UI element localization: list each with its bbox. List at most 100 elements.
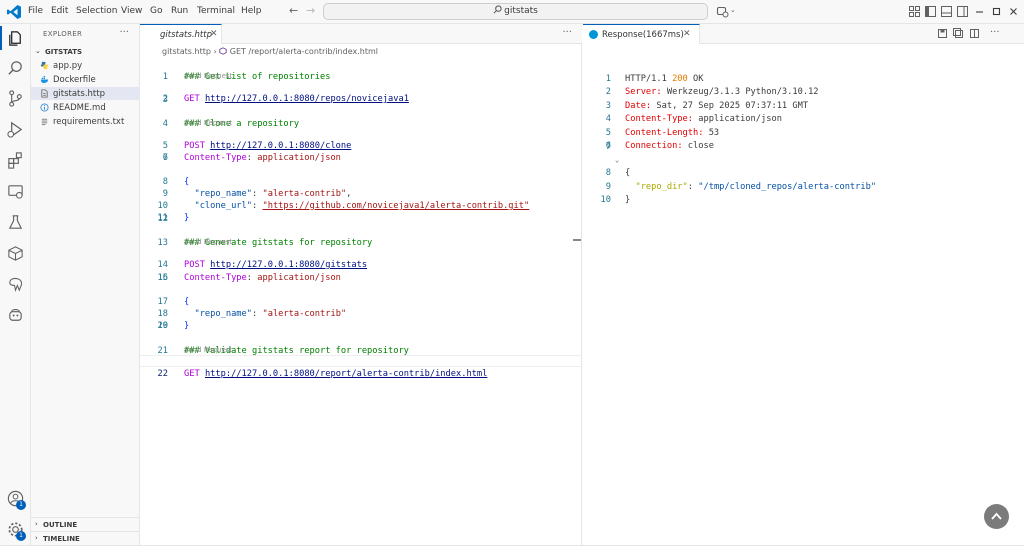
code-line[interactable]: 6 Content-Type: application/json xyxy=(140,140,581,163)
active-indicator xyxy=(0,26,2,50)
code-line[interactable]: 9 "repo_name": "alerta-contrib", xyxy=(140,176,581,199)
file-item-dockerfile[interactable]: Dockerfile xyxy=(31,73,140,86)
timeline-label: TIMELINE xyxy=(43,535,80,543)
file-name: README.md xyxy=(53,103,106,113)
split-editor-icon[interactable] xyxy=(969,28,980,39)
menu-run[interactable]: Run xyxy=(171,6,188,16)
code-line[interactable]: 10 "clone_url": "https://github.com/novi… xyxy=(140,188,581,211)
toggle-sidebar-icon[interactable] xyxy=(924,5,937,18)
toggle-panel-icon[interactable] xyxy=(940,5,953,18)
save-response-icon[interactable] xyxy=(937,28,948,39)
explorer-title: EXPLORER xyxy=(43,30,83,38)
menu-help[interactable]: Help xyxy=(241,6,262,16)
menu-edit[interactable]: Edit xyxy=(51,6,68,16)
copilot-chat-icon[interactable] xyxy=(6,306,25,325)
response-line: 6 Connection: close xyxy=(605,141,714,151)
editor-more-actions[interactable]: ··· xyxy=(990,27,1000,38)
run-debug-icon[interactable] xyxy=(6,120,25,139)
response-line: 4 Content-Type: application/json xyxy=(605,114,782,124)
response-line: 7 xyxy=(605,142,611,152)
code-line[interactable]: 14 POST http://127.0.0.1:8080/gitstats xyxy=(140,247,581,270)
code-line[interactable]: 21 ### Validate gitstats report for repos… xyxy=(140,333,581,356)
code-line[interactable]: 13 ### Generate gitstats for repository xyxy=(140,225,581,248)
explorer-files-icon[interactable] xyxy=(6,29,25,48)
folder-header[interactable]: ⌄ GITSTATS xyxy=(31,46,140,58)
title-bar: File Edit Selection View Go Run Terminal… xyxy=(0,0,1024,24)
code-line[interactable]: 20 xyxy=(140,320,581,332)
breadcrumb-separator: › xyxy=(213,47,217,56)
tab-response[interactable]: Response(1667ms) ✕ xyxy=(583,24,700,44)
maximize-icon[interactable] xyxy=(990,5,1003,18)
send-request-link[interactable]: Send Request xyxy=(184,119,232,127)
scroll-to-top-button[interactable] xyxy=(984,504,1009,529)
code-line[interactable]: 5 POST http://127.0.0.1:8080/clone xyxy=(140,128,581,151)
breadcrumb-symbol[interactable]: GET /report/alerta-contrib/index.html xyxy=(230,47,378,56)
outline-section[interactable]: › OUTLINE xyxy=(31,517,140,531)
breadcrumb: gitstats.http › GET /report/alerta-contr… xyxy=(162,47,378,56)
back-arrow-icon[interactable]: ← xyxy=(289,4,298,17)
source-control-icon[interactable] xyxy=(6,89,25,108)
response-line: 1 HTTP/1.1 200 OK xyxy=(605,74,704,84)
send-request-link[interactable]: Send Request xyxy=(184,72,232,80)
code-line[interactable]: 15 Content-Type: application/json xyxy=(140,260,581,283)
file-name: Dockerfile xyxy=(53,75,96,85)
layout-customize-icon[interactable] xyxy=(908,5,921,18)
file-item-gitstats-http[interactable]: gitstats.http xyxy=(31,87,140,100)
menu-go[interactable]: Go xyxy=(150,6,162,16)
menu-terminal[interactable]: Terminal xyxy=(197,6,235,16)
timeline-section[interactable]: › TIMELINE xyxy=(31,531,140,545)
copilot-icon[interactable] xyxy=(716,5,729,18)
code-line[interactable]: 7 xyxy=(140,152,581,164)
tab-gitstats-http[interactable]: gitstats.http ✕ xyxy=(140,24,222,44)
command-center-search[interactable]: gitstats xyxy=(323,3,708,20)
code-line[interactable]: 19} xyxy=(140,308,581,331)
extensions-icon[interactable] xyxy=(6,151,25,170)
http-method: GET xyxy=(184,369,200,379)
code-line[interactable]: 16 xyxy=(140,272,581,284)
remote-explorer-icon[interactable] xyxy=(6,182,25,201)
tab-label: Response(1667ms) xyxy=(602,30,684,40)
send-request-link[interactable]: Send Request xyxy=(184,238,232,246)
toggle-secondary-sidebar-icon[interactable] xyxy=(956,5,969,18)
forward-arrow-icon[interactable]: → xyxy=(306,4,315,17)
code-line[interactable]: 2 GET http://127.0.0.1:8080/repos/novicej… xyxy=(140,81,581,104)
explorer-more-actions[interactable]: ··· xyxy=(119,27,129,38)
editor-group: gitstats.http ✕ ··· gitstats.http › GET … xyxy=(140,24,582,546)
code-line[interactable]: 3 xyxy=(140,94,581,106)
minimize-icon[interactable] xyxy=(973,5,986,18)
http-file-icon xyxy=(40,89,49,98)
chevron-down-icon[interactable]: ⌄ xyxy=(730,6,736,14)
menu-selection[interactable]: Selection xyxy=(76,6,117,16)
send-request-link[interactable]: Send Request xyxy=(184,346,232,354)
file-name: app.py xyxy=(53,61,83,71)
code-line[interactable]: 17{ xyxy=(140,284,581,307)
search-icon[interactable] xyxy=(6,59,25,78)
close-window-icon[interactable] xyxy=(1007,5,1020,18)
breadcrumb-file[interactable]: gitstats.http xyxy=(162,47,211,56)
code-line[interactable]: 8{ xyxy=(140,164,581,187)
code-line[interactable]: 18 "repo_name": "alerta-contrib" xyxy=(140,296,581,319)
menu-view[interactable]: View xyxy=(121,6,142,16)
close-icon[interactable]: ✕ xyxy=(210,29,218,39)
file-item-requirements[interactable]: requirements.txt xyxy=(31,115,140,128)
save-body-icon[interactable] xyxy=(953,28,964,39)
explorer-sidebar: EXPLORER ··· ⌄ GITSTATS app.py Dockerfil… xyxy=(31,24,140,546)
file-item-readme[interactable]: README.md xyxy=(31,101,140,114)
editor-tab-bar: gitstats.http ✕ ··· xyxy=(140,24,582,44)
fold-chevron-icon[interactable]: ⌄ xyxy=(615,154,619,167)
database-elephant-icon[interactable] xyxy=(6,275,25,294)
editor-more-actions[interactable]: ··· xyxy=(562,27,572,38)
containers-icon[interactable] xyxy=(6,244,25,263)
menu-file[interactable]: File xyxy=(28,6,43,16)
close-icon[interactable]: ✕ xyxy=(683,29,691,39)
request-url[interactable]: http://127.0.0.1:8080/report/alerta-cont… xyxy=(205,369,487,379)
file-item-app-py[interactable]: app.py xyxy=(31,59,140,72)
code-line-current[interactable]: 22 GET http://127.0.0.1:8080/report/alert… xyxy=(140,355,581,379)
code-line[interactable]: 11} xyxy=(140,200,581,223)
response-line: 8 ⌄{ xyxy=(605,154,631,178)
testing-flask-icon[interactable] xyxy=(6,213,25,232)
code-line[interactable]: 4 ### Clone a repository xyxy=(140,106,581,129)
code-line[interactable]: 12 xyxy=(140,213,581,225)
response-line: 5 Content-Length: 53 xyxy=(605,128,720,138)
code-line[interactable]: 1 ### Get List of repositories xyxy=(140,59,581,82)
